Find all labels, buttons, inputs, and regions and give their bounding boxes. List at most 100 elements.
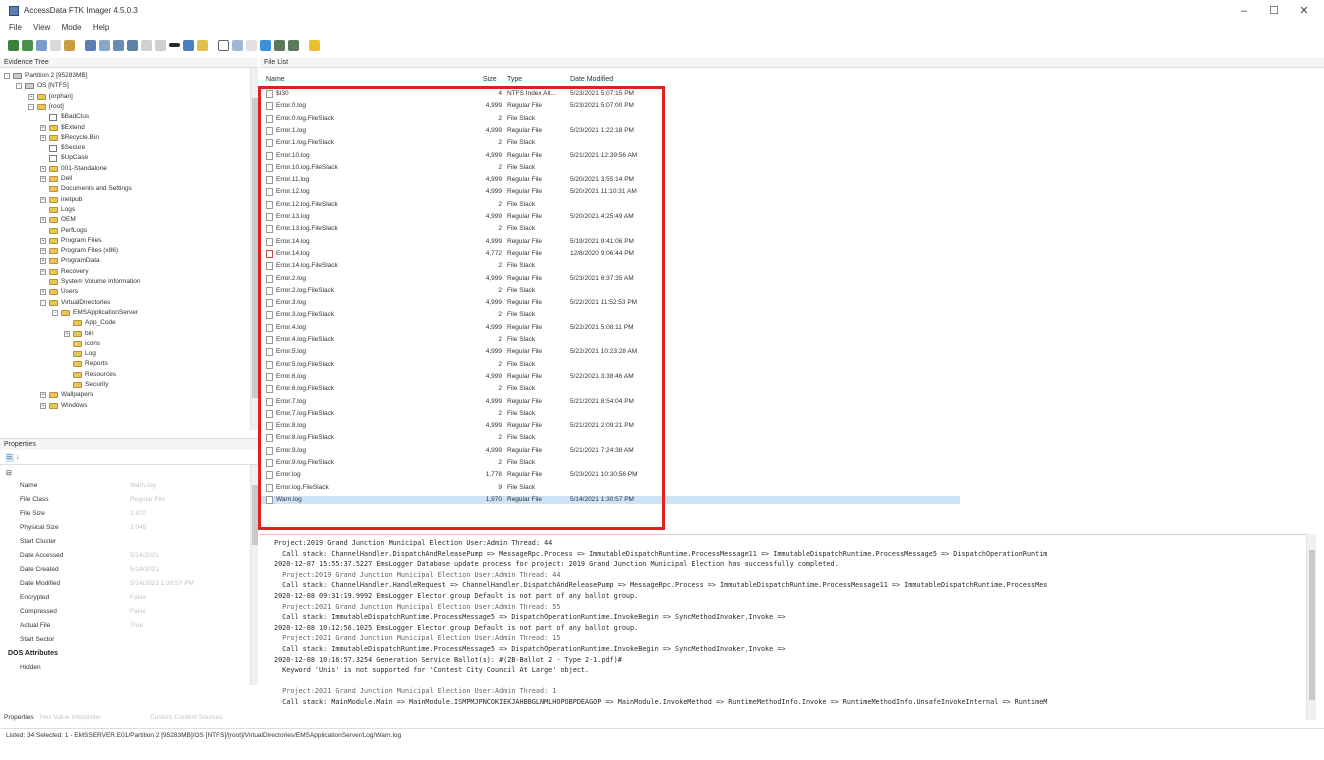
file-row[interactable]: Error.6.log 4,999 Regular File 5/22/2021 3:… bbox=[260, 372, 960, 381]
pane-icon[interactable] bbox=[274, 39, 285, 51]
file-row[interactable]: Error.7.log.FileSlack 2 File Slack bbox=[260, 409, 960, 418]
view-auto-icon[interactable] bbox=[246, 39, 257, 51]
properties-group-toggle[interactable]: ⊟ bbox=[0, 468, 258, 480]
file-row[interactable]: Error.13.log.FileSlack 2 File Slack bbox=[260, 225, 960, 234]
file-row[interactable]: Error.2.log.FileSlack 2 File Slack bbox=[260, 286, 960, 295]
menu-view[interactable]: View bbox=[33, 22, 50, 34]
file-row[interactable]: Error.7.log 4,999 Regular File 5/21/2021 8:… bbox=[260, 397, 960, 406]
categorized-icon[interactable]: ☰ bbox=[6, 454, 14, 462]
add-all-evidence-icon[interactable] bbox=[22, 39, 33, 51]
property-row[interactable]: Name Warn.log bbox=[0, 480, 258, 492]
file-row[interactable]: Error.4.log 4,999 Regular File 5/22/2021 5:… bbox=[260, 323, 960, 332]
expand-icon[interactable]: + bbox=[40, 237, 46, 244]
text-viewer-scrollbar[interactable] bbox=[1306, 534, 1316, 720]
menu-mode[interactable]: Mode bbox=[62, 22, 82, 34]
expand-icon[interactable]: + bbox=[40, 392, 46, 399]
expand-icon[interactable]: + bbox=[40, 217, 46, 224]
file-row[interactable]: Error.6.log.FileSlack 2 File Slack bbox=[260, 385, 960, 394]
export-directory-icon[interactable] bbox=[197, 39, 208, 51]
remove-all-icon[interactable] bbox=[64, 39, 75, 51]
file-row[interactable]: Error.11.log 4,999 Regular File 5/20/2021 3… bbox=[260, 176, 960, 185]
file-row[interactable]: Error.5.log 4,999 Regular File 5/22/2021 10… bbox=[260, 348, 960, 357]
tree-scrollbar[interactable] bbox=[250, 68, 258, 430]
expand-icon[interactable]: + bbox=[40, 268, 46, 275]
pane-2-icon[interactable] bbox=[288, 39, 299, 51]
file-row[interactable]: Error.1.log.FileSlack 2 File Slack bbox=[260, 139, 960, 148]
expand-icon[interactable]: + bbox=[40, 196, 46, 203]
property-row[interactable]: Physical Size 2,048 bbox=[0, 522, 258, 534]
column-type[interactable]: Type bbox=[507, 76, 522, 83]
file-row[interactable]: Error.8.log.FileSlack 2 File Slack bbox=[260, 434, 960, 443]
property-row[interactable]: File Class Regular File bbox=[0, 494, 258, 506]
file-row[interactable]: Error.4.log.FileSlack 2 File Slack bbox=[260, 336, 960, 344]
expand-icon[interactable]: + bbox=[40, 289, 46, 296]
verify-drive-icon[interactable] bbox=[113, 39, 124, 51]
column-name[interactable]: Name bbox=[266, 76, 285, 83]
property-row[interactable]: Start Sector bbox=[0, 634, 258, 646]
view-toggle-icon[interactable] bbox=[260, 39, 271, 51]
minimize-button[interactable]: – bbox=[1232, 3, 1256, 19]
file-row[interactable]: Error.10.log 4,999 Regular File 5/21/2021 1… bbox=[260, 151, 960, 160]
file-row[interactable]: Error.3.log.FileSlack 2 File Slack bbox=[260, 311, 960, 320]
file-row[interactable]: Error.12.log 4,999 Regular File 5/20/2021 1… bbox=[260, 188, 960, 197]
file-row[interactable]: Error.8.log 4,999 Regular File 5/21/2021 2:… bbox=[260, 422, 960, 431]
file-row[interactable]: $I30 4 NTFS Index All... 5/23/2021 5:07:15 … bbox=[260, 90, 960, 98]
file-row[interactable]: Error.5.log.FileSlack 2 File Slack bbox=[260, 360, 960, 369]
view-text-icon[interactable] bbox=[218, 39, 229, 51]
expand-icon[interactable]: + bbox=[40, 248, 46, 255]
maximize-button[interactable]: ☐ bbox=[1262, 3, 1286, 19]
expand-icon[interactable]: + bbox=[40, 258, 46, 265]
create-image-icon[interactable] bbox=[85, 39, 96, 51]
file-row[interactable]: Error.14.log 4,772 Regular File 12/8/2020 9… bbox=[260, 249, 960, 258]
property-row[interactable]: Hidden bbox=[0, 662, 258, 674]
file-row[interactable]: Error.13.log 4,999 Regular File 5/20/2021 4… bbox=[260, 213, 960, 221]
collapse-icon[interactable]: - bbox=[28, 103, 34, 110]
file-row[interactable]: Error.10.log.FileSlack 2 File Slack bbox=[260, 163, 960, 172]
file-row[interactable]: Error.1.log 4,999 Regular File 5/23/2021 1:… bbox=[260, 126, 960, 135]
collapse-icon[interactable]: - bbox=[40, 299, 46, 306]
property-row[interactable]: File Size 1,970 bbox=[0, 508, 258, 520]
tab-custom-content-sources[interactable]: Custom Content Sources bbox=[150, 712, 223, 724]
file-row[interactable]: Error.log 1,778 Regular File 5/23/2021 10:3… bbox=[260, 471, 960, 480]
remove-evidence-icon[interactable] bbox=[50, 39, 61, 51]
detect-encryption-icon[interactable] bbox=[155, 39, 166, 51]
obtain-protected-files-icon[interactable] bbox=[141, 39, 152, 51]
file-row[interactable]: Error.3.log 4,999 Regular File 5/22/2021 11… bbox=[260, 299, 960, 308]
add-evidence-icon[interactable] bbox=[8, 39, 19, 51]
expand-icon[interactable]: + bbox=[40, 402, 46, 409]
column-size[interactable]: Size bbox=[483, 76, 497, 83]
file-row[interactable]: Error.14.log.FileSlack 2 File Slack bbox=[260, 262, 960, 271]
property-row[interactable]: Compressed False bbox=[0, 606, 258, 618]
property-row[interactable]: Date Accessed 5/14/2021 bbox=[0, 550, 258, 562]
minus-icon[interactable] bbox=[169, 43, 180, 47]
file-row[interactable]: Error.0.log.FileSlack 2 File Slack bbox=[260, 114, 960, 123]
expand-icon[interactable]: + bbox=[28, 93, 34, 100]
close-button[interactable]: ✕ bbox=[1292, 3, 1316, 19]
property-section[interactable]: DOS Attributes bbox=[0, 648, 258, 660]
file-row[interactable]: Error.0.log 4,999 Regular File 5/23/2021 5:… bbox=[260, 102, 960, 111]
file-row[interactable]: Error.9.log 4,999 Regular File 5/21/2021 7:… bbox=[260, 446, 960, 455]
menu-file[interactable]: File bbox=[9, 22, 22, 34]
collapse-icon[interactable]: - bbox=[52, 309, 58, 316]
property-row[interactable]: Date Created 5/14/2021 bbox=[0, 564, 258, 576]
expand-icon[interactable]: + bbox=[40, 124, 46, 131]
collapse-icon[interactable]: - bbox=[4, 73, 10, 79]
expand-icon[interactable]: + bbox=[40, 165, 46, 172]
collapse-icon[interactable]: - bbox=[16, 83, 22, 90]
column-date-modified[interactable]: Date Modified bbox=[570, 76, 613, 83]
sort-alpha-icon[interactable]: ↓ bbox=[16, 454, 24, 462]
file-row[interactable]: Warn.log 1,970 Regular File 5/14/2021 1:30:… bbox=[260, 495, 960, 504]
property-row[interactable]: Date Modified 5/14/2021 1:30:57 PM bbox=[0, 578, 258, 590]
property-row[interactable]: Start Cluster bbox=[0, 536, 258, 548]
expand-icon[interactable]: + bbox=[40, 176, 46, 182]
file-row[interactable]: Error.12.log.FileSlack 2 File Slack bbox=[260, 200, 960, 209]
image-mounting-icon[interactable] bbox=[36, 39, 47, 51]
property-row[interactable]: Actual File True bbox=[0, 620, 258, 632]
export-image-icon[interactable] bbox=[99, 39, 110, 51]
capture-memory-icon[interactable] bbox=[127, 39, 138, 51]
menu-help[interactable]: Help bbox=[93, 22, 109, 34]
expand-icon[interactable]: + bbox=[40, 134, 46, 141]
file-row[interactable]: Error.9.log.FileSlack 2 File Slack bbox=[260, 459, 960, 467]
tab-properties[interactable]: Properties bbox=[4, 712, 34, 724]
properties-scrollbar[interactable] bbox=[250, 465, 258, 685]
